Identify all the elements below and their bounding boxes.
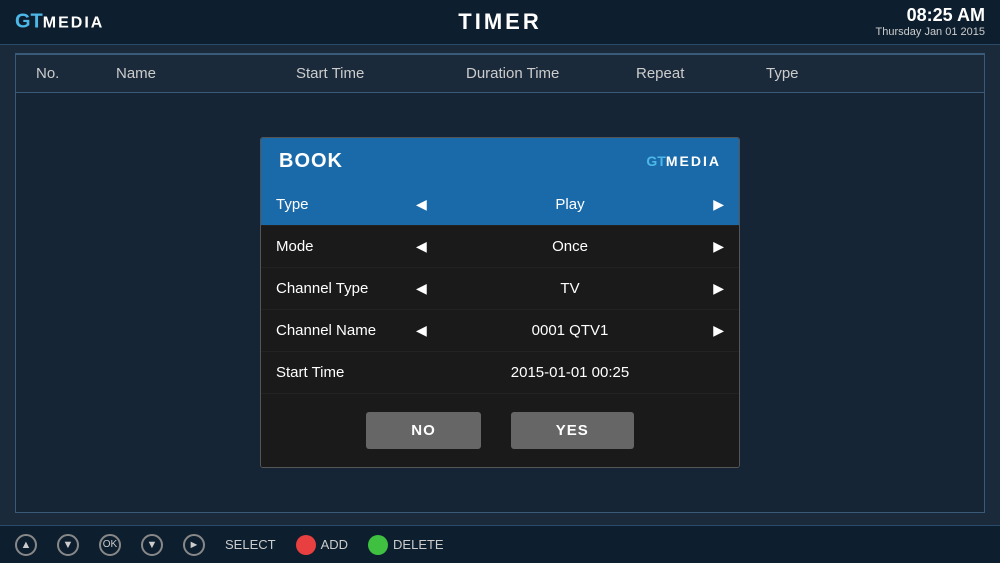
row-value-channel-type: TV — [435, 280, 705, 297]
clock-date: Thursday Jan 01 2015 — [876, 26, 985, 38]
page-title: TIMER — [458, 9, 541, 35]
col-start-time: Start Time — [296, 65, 466, 82]
select-label: SELECT — [225, 537, 276, 552]
green-dot-icon — [368, 535, 388, 555]
dialog-book: BOOK GTMEDIA Type ◀ Play ▶ Mode ◀ Once ▶… — [260, 137, 740, 468]
select-control: SELECT — [225, 537, 276, 552]
nav-right-control: ► — [183, 534, 205, 556]
channel-name-arrow-left[interactable]: ◀ — [416, 322, 427, 339]
logo-media: MEDIA — [43, 15, 105, 32]
row-value-mode: Once — [435, 238, 705, 255]
row-label-mode: Mode — [276, 238, 416, 255]
row-value-type: Play — [435, 196, 705, 213]
logo: GTMEDIA — [15, 11, 104, 34]
mode-arrow-left[interactable]: ◀ — [416, 238, 427, 255]
nav-down2-control: ▼ — [141, 534, 163, 556]
col-duration-time: Duration Time — [466, 65, 636, 82]
channel-type-arrow-right[interactable]: ▶ — [713, 280, 724, 297]
main-area: BOOK GTMEDIA Type ◀ Play ▶ Mode ◀ Once ▶… — [15, 93, 985, 513]
row-value-channel-name: 0001 QTV1 — [435, 322, 705, 339]
type-arrow-right[interactable]: ▶ — [713, 196, 724, 213]
dialog-row-channel-type: Channel Type ◀ TV ▶ — [261, 268, 739, 310]
nav-up-control: ▲ — [15, 534, 37, 556]
row-label-start-time: Start Time — [276, 364, 416, 381]
red-dot-icon — [296, 535, 316, 555]
yes-button[interactable]: YES — [511, 412, 634, 449]
nav-ok-control: OK — [99, 534, 121, 556]
type-arrow-left[interactable]: ◀ — [416, 196, 427, 213]
add-control: ADD — [296, 535, 348, 555]
dialog-logo-gt: GT — [646, 153, 665, 169]
nav-right-icon[interactable]: ► — [183, 534, 205, 556]
row-value-start-time: 2015-01-01 00:25 — [416, 364, 724, 381]
col-repeat: Repeat — [636, 65, 766, 82]
dialog-buttons: NO YES — [261, 394, 739, 467]
no-button[interactable]: NO — [366, 412, 481, 449]
logo-gt: GT — [15, 11, 43, 33]
channel-name-arrow-right[interactable]: ▶ — [713, 322, 724, 339]
nav-down-icon[interactable]: ▼ — [57, 534, 79, 556]
table-header: No. Name Start Time Duration Time Repeat… — [15, 53, 985, 93]
col-no: No. — [36, 65, 116, 82]
dialog-row-start-time: Start Time 2015-01-01 00:25 — [261, 352, 739, 394]
dialog-row-mode: Mode ◀ Once ▶ — [261, 226, 739, 268]
col-type: Type — [766, 65, 964, 82]
dialog-logo: GTMEDIA — [646, 153, 721, 169]
nav-up-icon[interactable]: ▲ — [15, 534, 37, 556]
nav-down-control: ▼ — [57, 534, 79, 556]
add-label: ADD — [321, 537, 348, 552]
dialog-title: BOOK — [279, 150, 343, 173]
delete-label: DELETE — [393, 537, 444, 552]
header: GTMEDIA TIMER 08:25 AM Thursday Jan 01 2… — [0, 0, 1000, 45]
dialog-logo-media: MEDIA — [666, 153, 721, 169]
nav-down2-icon[interactable]: ▼ — [141, 534, 163, 556]
dialog-row-type: Type ◀ Play ▶ — [261, 184, 739, 226]
row-label-channel-name: Channel Name — [276, 322, 416, 339]
row-label-type: Type — [276, 196, 416, 213]
clock-area: 08:25 AM Thursday Jan 01 2015 — [876, 5, 985, 38]
dialog-header: BOOK GTMEDIA — [261, 138, 739, 184]
clock-time: 08:25 AM — [876, 5, 985, 26]
channel-type-arrow-left[interactable]: ◀ — [416, 280, 427, 297]
mode-arrow-right[interactable]: ▶ — [713, 238, 724, 255]
row-label-channel-type: Channel Type — [276, 280, 416, 297]
footer: ▲ ▼ OK ▼ ► SELECT ADD DELETE — [0, 525, 1000, 563]
nav-ok-icon[interactable]: OK — [99, 534, 121, 556]
col-name: Name — [116, 65, 296, 82]
delete-control: DELETE — [368, 535, 444, 555]
dialog-row-channel-name: Channel Name ◀ 0001 QTV1 ▶ — [261, 310, 739, 352]
